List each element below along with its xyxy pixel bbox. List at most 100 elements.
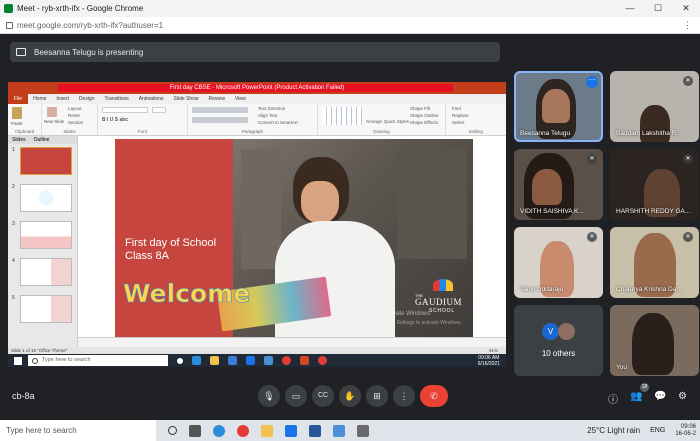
edge-icon[interactable] xyxy=(213,424,225,437)
find-label[interactable]: Find xyxy=(452,106,461,111)
participant-tile[interactable]: ✕ HARSHITH REDDY GA... xyxy=(610,149,699,220)
mic-button[interactable]: 🎙 xyxy=(258,385,280,407)
photos-icon[interactable] xyxy=(264,356,273,365)
edge-icon[interactable] xyxy=(192,356,201,365)
participant-tile[interactable]: ⋯ Beesanna Telugu xyxy=(514,71,603,142)
shapes-gallery[interactable] xyxy=(322,107,362,125)
ppt-tab-slideshow[interactable]: Slide Show xyxy=(169,96,204,102)
ppt-tab-home[interactable]: Home xyxy=(28,96,51,102)
ppt-tab-transitions[interactable]: Transitions xyxy=(100,96,134,102)
ppt-tab-file[interactable]: File xyxy=(8,94,29,104)
ppt-tab-review[interactable]: Review xyxy=(204,96,230,102)
layout-label[interactable]: Layout xyxy=(68,106,82,111)
end-call-button[interactable]: ✆ xyxy=(420,385,448,407)
more-options-icon[interactable]: ⋯ xyxy=(586,76,598,88)
ppt-tab-view[interactable]: View xyxy=(230,96,251,102)
paste-icon[interactable] xyxy=(12,107,22,119)
participant-tile[interactable]: ✕ Baddam Lakshitha R... xyxy=(610,71,699,142)
shape-fill-label[interactable]: Shape Fill xyxy=(410,106,430,111)
chrome-icon[interactable] xyxy=(282,356,291,365)
group-label: Editing xyxy=(469,129,483,134)
participant-tile[interactable]: ✕ VIDITH SAISHIVA K... xyxy=(514,149,603,220)
zoom-level[interactable]: 61% xyxy=(489,348,498,353)
url-text[interactable]: meet.google.com/ryb-xrth-ifx?authuser=1 xyxy=(17,21,163,30)
chrome-icon[interactable] xyxy=(237,424,249,437)
language-indicator[interactable]: ENG xyxy=(650,427,665,434)
participant-tile[interactable]: ✕ Tanvi Uddaraju xyxy=(514,227,603,298)
minimize-button[interactable]: — xyxy=(616,3,644,14)
raise-hand-button[interactable]: ✋ xyxy=(339,385,361,407)
slide-thumbnail[interactable]: 5 xyxy=(10,295,76,325)
ppt-tab-design[interactable]: Design xyxy=(74,96,100,102)
align-text-label[interactable]: Align Text xyxy=(258,113,277,118)
end-call-icon: ✆ xyxy=(430,391,438,401)
self-view-tile[interactable]: You xyxy=(610,305,699,376)
powerpoint-icon[interactable] xyxy=(300,356,309,365)
settings-icon[interactable] xyxy=(357,424,369,437)
window-title: Meet - ryb-xrth-ifx - Google Chrome xyxy=(17,4,144,13)
camera-button[interactable]: ▭ xyxy=(285,385,307,407)
windows-start-icon[interactable] xyxy=(14,356,22,365)
list-buttons[interactable] xyxy=(192,107,248,113)
font-name-box[interactable] xyxy=(102,107,148,113)
chat-icon[interactable]: 💬 xyxy=(654,391,666,402)
slide-thumbnail[interactable]: 4 xyxy=(10,258,76,288)
close-button[interactable]: ✕ xyxy=(672,3,700,14)
shared-search-box[interactable]: Type here to search xyxy=(28,355,168,366)
activities-icon[interactable]: ⚙ xyxy=(678,391,687,402)
convert-smartart-label[interactable]: Convert to SmartArt xyxy=(258,120,298,125)
participant-tile[interactable]: ✕ Chaturya Krishna Da... xyxy=(610,227,699,298)
notes-pane[interactable] xyxy=(78,337,506,347)
replace-label[interactable]: Replace xyxy=(452,113,469,118)
folder-icon[interactable] xyxy=(210,356,219,365)
reset-label[interactable]: Reset xyxy=(68,113,80,118)
slide-thumbnail[interactable]: 3 xyxy=(10,221,76,251)
os-clock[interactable]: 09:06 16-06-2 xyxy=(675,424,696,438)
shape-effects-label[interactable]: Shape Effects xyxy=(410,120,438,125)
arrange-label[interactable]: Arrange xyxy=(366,119,382,124)
cortana-icon[interactable] xyxy=(177,357,183,364)
ppt-tab-animations[interactable]: Animations xyxy=(134,96,169,102)
os-clock-date: 16-06-2 xyxy=(675,430,696,437)
os-search-box[interactable]: Type here to search xyxy=(0,420,156,441)
word-icon[interactable] xyxy=(309,424,321,437)
weather-widget[interactable]: 25°C Light rain xyxy=(587,426,640,435)
meeting-info-icon[interactable]: ⓘ xyxy=(608,391,618,406)
select-label[interactable]: Select xyxy=(452,120,465,125)
people-icon[interactable]: 👥 xyxy=(630,391,642,402)
font-size-box[interactable] xyxy=(152,107,166,113)
paste-label[interactable]: Paste xyxy=(11,121,23,126)
slide-thumbnail[interactable]: 1 xyxy=(10,147,76,177)
pane-tab-slides[interactable]: Slides xyxy=(8,136,30,144)
new-slide-label[interactable]: New Slide xyxy=(44,119,64,124)
section-label[interactable]: Section xyxy=(68,120,83,125)
participant-name: Chaturya Krishna Da... xyxy=(616,286,682,293)
new-slide-icon[interactable] xyxy=(47,107,57,117)
font-format-glyphs[interactable]: B I U S abc xyxy=(102,117,128,123)
browser-menu-icon[interactable]: ⋮ xyxy=(683,20,692,31)
photos-icon[interactable] xyxy=(333,424,345,437)
slide-thumbnail[interactable]: 2 xyxy=(10,184,76,214)
chrome-icon[interactable] xyxy=(318,356,327,365)
shape-outline-label[interactable]: Shape Outline xyxy=(410,113,439,118)
address-bar[interactable]: meet.google.com/ryb-xrth-ifx?authuser=1 … xyxy=(0,17,700,34)
align-buttons[interactable] xyxy=(192,117,248,123)
task-view-icon[interactable] xyxy=(189,424,201,437)
captions-button[interactable]: CC xyxy=(312,385,334,407)
others-tile[interactable]: V 10 others xyxy=(514,305,603,376)
quick-styles-label[interactable]: Quick Styles xyxy=(384,119,409,124)
present-button[interactable]: ⊞ xyxy=(366,385,388,407)
text-direction-label[interactable]: Text Direction xyxy=(258,106,285,111)
lock-icon[interactable] xyxy=(6,21,13,29)
cortana-icon[interactable] xyxy=(168,426,177,435)
mail-icon[interactable] xyxy=(246,356,255,365)
maximize-button[interactable]: ☐ xyxy=(644,3,672,14)
ppt-tab-insert[interactable]: Insert xyxy=(51,96,74,102)
mail-icon[interactable] xyxy=(285,424,297,437)
more-options-button[interactable]: ⋮ xyxy=(393,385,415,407)
store-icon[interactable] xyxy=(228,356,237,365)
folder-icon[interactable] xyxy=(261,424,273,437)
pane-tab-outline[interactable]: Outline xyxy=(30,136,54,144)
welcome-wordart: Welcome xyxy=(123,279,251,309)
participants-count-badge: 18 xyxy=(640,383,649,392)
